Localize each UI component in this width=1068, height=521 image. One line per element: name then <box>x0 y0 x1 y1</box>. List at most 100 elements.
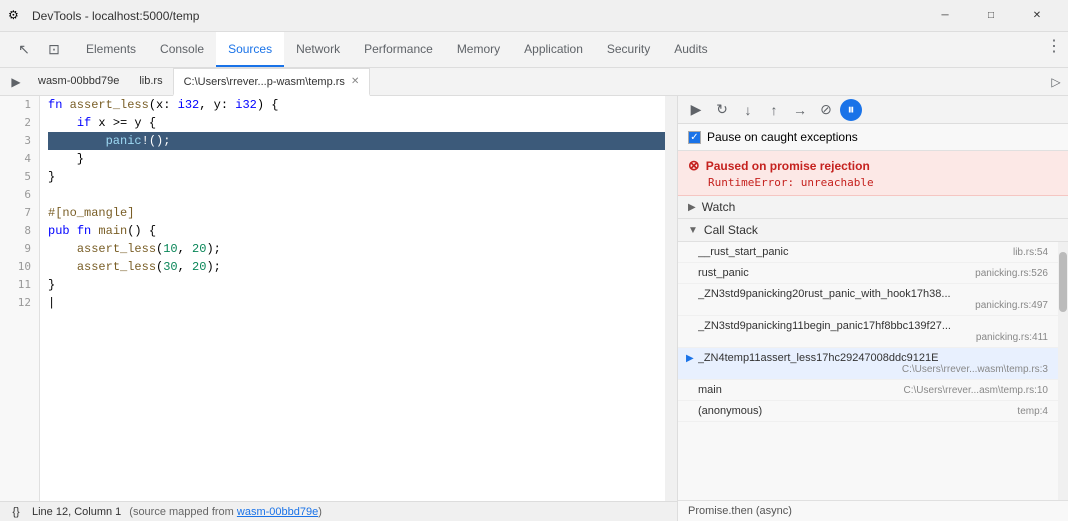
close-button[interactable]: ✕ <box>1014 0 1060 32</box>
sources-tabbar: ▶ wasm-00bbd79e lib.rs C:\Users\rrever..… <box>0 68 1068 96</box>
code-line-6 <box>48 186 665 204</box>
tab-console[interactable]: Console <box>148 32 216 67</box>
watch-arrow-icon: ▶ <box>688 202 696 213</box>
stack-item-1-loc: panicking.rs:526 <box>975 268 1048 279</box>
step-into-button[interactable]: ↓ <box>736 99 760 121</box>
sources-forward-icon[interactable]: ▷ <box>1044 68 1068 95</box>
code-vertical-scrollbar[interactable] <box>665 96 677 501</box>
code-line-2: if x >= y { <box>48 114 665 132</box>
tab-application[interactable]: Application <box>512 32 595 67</box>
titlebar: ⚙ DevTools - localhost:5000/temp ─ □ ✕ <box>0 0 1068 32</box>
source-tab-close-icon[interactable]: ✕ <box>351 76 359 87</box>
device-icon[interactable]: ⊡ <box>40 36 68 64</box>
promise-label: Promise.then (async) <box>688 505 792 517</box>
stack-item-6[interactable]: (anonymous) temp:4 <box>678 401 1058 422</box>
stack-item-3-name: _ZN3std9panicking11begin_panic17hf8bbc13… <box>698 320 951 332</box>
pause-exceptions-label: Pause on caught exceptions <box>707 130 858 144</box>
code-line-11: } <box>48 276 665 294</box>
maximize-button[interactable]: □ <box>968 0 1014 32</box>
step-over-button[interactable]: ↻ <box>710 99 734 121</box>
error-banner: ⊗ Paused on promise rejection RuntimeErr… <box>678 151 1068 196</box>
stack-item-4-name: _ZN4temp11assert_less17hc29247008ddc9121… <box>698 352 939 364</box>
right-scroll-thumb[interactable] <box>1059 252 1067 312</box>
main-area: 1 2 3 4 5 6 7 8 9 10 11 12 fn assert_les… <box>0 96 1068 521</box>
line-num-11: 11 <box>0 276 39 294</box>
stack-item-2-loc: panicking.rs:497 <box>975 300 1048 311</box>
error-title-row: ⊗ Paused on promise rejection <box>688 157 1058 174</box>
stack-item-6-name: (anonymous) <box>698 405 762 417</box>
tab-security[interactable]: Security <box>595 32 662 67</box>
code-line-3: panic!(); <box>48 132 665 150</box>
code-line-12: | <box>48 294 665 312</box>
stack-item-0[interactable]: __rust_start_panic lib.rs:54 <box>678 242 1058 263</box>
debugger-toolbar: ▶ ↻ ↓ ↑ → ⊘ ⏸ <box>678 96 1068 124</box>
line-num-5: 5 <box>0 168 39 186</box>
source-tab-temprs-label: C:\Users\rrever...p-wasm\temp.rs <box>184 76 345 88</box>
devtools-tabbar: ↖ ⊡ Elements Console Sources Network Per… <box>0 32 1068 68</box>
stack-item-0-loc: lib.rs:54 <box>1013 247 1048 258</box>
step-out-button[interactable]: ↑ <box>762 99 786 121</box>
right-panel: ▶ ↻ ↓ ↑ → ⊘ ⏸ ✓ Pause on caught exceptio… <box>678 96 1068 521</box>
code-lines[interactable]: fn assert_less(x: i32, y: i32) { if x >=… <box>40 96 665 501</box>
code-line-1: fn assert_less(x: i32, y: i32) { <box>48 96 665 114</box>
callstack-arrow-icon: ▼ <box>688 225 698 236</box>
tab-network[interactable]: Network <box>284 32 352 67</box>
source-tab-librs-label: lib.rs <box>139 75 162 87</box>
code-line-7: #[no_mangle] <box>48 204 665 222</box>
tab-elements[interactable]: Elements <box>74 32 148 67</box>
stack-item-5-loc: C:\Users\rrever...asm\temp.rs:10 <box>904 385 1048 396</box>
tab-icons: ↖ ⊡ <box>4 32 74 67</box>
source-link[interactable]: wasm-00bbd79e <box>237 506 318 518</box>
code-editor[interactable]: 1 2 3 4 5 6 7 8 9 10 11 12 fn assert_les… <box>0 96 677 501</box>
source-tab-librs[interactable]: lib.rs <box>129 68 172 95</box>
right-panel-scrollbar[interactable] <box>1058 242 1068 500</box>
tab-audits[interactable]: Audits <box>662 32 719 67</box>
stack-item-2[interactable]: _ZN3std9panicking20rust_panic_with_hook1… <box>678 284 1058 316</box>
tab-performance[interactable]: Performance <box>352 32 445 67</box>
code-editor-area: 1 2 3 4 5 6 7 8 9 10 11 12 fn assert_les… <box>0 96 678 521</box>
step-button[interactable]: → <box>788 99 812 121</box>
tab-sources[interactable]: Sources <box>216 32 284 67</box>
error-title-text: Paused on promise rejection <box>706 159 870 173</box>
deactivate-breakpoints-button[interactable]: ⊘ <box>814 99 838 121</box>
code-line-4: } <box>48 150 665 168</box>
pause-exceptions-row: ✓ Pause on caught exceptions <box>678 124 1068 151</box>
source-tab-wasm[interactable]: wasm-00bbd79e <box>28 68 129 95</box>
tab-memory[interactable]: Memory <box>445 32 512 67</box>
stack-item-2-name: _ZN3std9panicking20rust_panic_with_hook1… <box>698 288 951 300</box>
watch-section-header[interactable]: ▶ Watch <box>678 196 1068 219</box>
error-detail: RuntimeError: unreachable <box>688 176 1058 189</box>
pause-exceptions-checkbox[interactable]: ✓ <box>688 131 701 144</box>
line-num-8: 8 <box>0 222 39 240</box>
stack-item-1-name: rust_panic <box>698 267 749 279</box>
sources-back-icon[interactable]: ▶ <box>4 68 28 95</box>
callstack-section-header[interactable]: ▼ Call Stack <box>678 219 1068 242</box>
error-icon: ⊗ <box>688 157 700 174</box>
more-tools-menu[interactable]: ⋮ <box>1040 32 1068 60</box>
line-num-4: 4 <box>0 150 39 168</box>
line-numbers: 1 2 3 4 5 6 7 8 9 10 11 12 <box>0 96 40 501</box>
stack-item-0-name: __rust_start_panic <box>698 246 789 258</box>
line-num-1: 1 <box>0 96 39 114</box>
current-frame-icon: ▶ <box>686 353 694 364</box>
stack-item-1[interactable]: rust_panic panicking.rs:526 <box>678 263 1058 284</box>
source-tab-temprs[interactable]: C:\Users\rrever...p-wasm\temp.rs ✕ <box>173 68 371 96</box>
debugger-content: ✓ Pause on caught exceptions ⊗ Paused on… <box>678 124 1068 521</box>
call-stack-list: __rust_start_panic lib.rs:54 rust_panic … <box>678 242 1058 500</box>
minimize-button[interactable]: ─ <box>922 0 968 32</box>
line-num-2: 2 <box>0 114 39 132</box>
inspect-icon[interactable]: ↖ <box>10 36 38 64</box>
resume-button[interactable]: ▶ <box>684 99 708 121</box>
stack-item-3-loc: panicking.rs:411 <box>976 332 1048 343</box>
line-num-3: 3 <box>0 132 39 150</box>
stack-item-5[interactable]: main C:\Users\rrever...asm\temp.rs:10 <box>678 380 1058 401</box>
devtools-icon: ⚙ <box>8 8 24 24</box>
stack-item-4[interactable]: ▶ _ZN4temp11assert_less17hc29247008ddc91… <box>678 348 1058 380</box>
code-line-8: pub fn main() { <box>48 222 665 240</box>
code-line-10: assert_less(30, 20); <box>48 258 665 276</box>
stack-item-3[interactable]: _ZN3std9panicking11begin_panic17hf8bbc13… <box>678 316 1058 348</box>
pause-button[interactable]: ⏸ <box>840 99 862 121</box>
watch-section-title: Watch <box>702 200 736 214</box>
format-icon[interactable]: {} <box>8 504 24 520</box>
stack-item-6-loc: temp:4 <box>1017 406 1048 417</box>
